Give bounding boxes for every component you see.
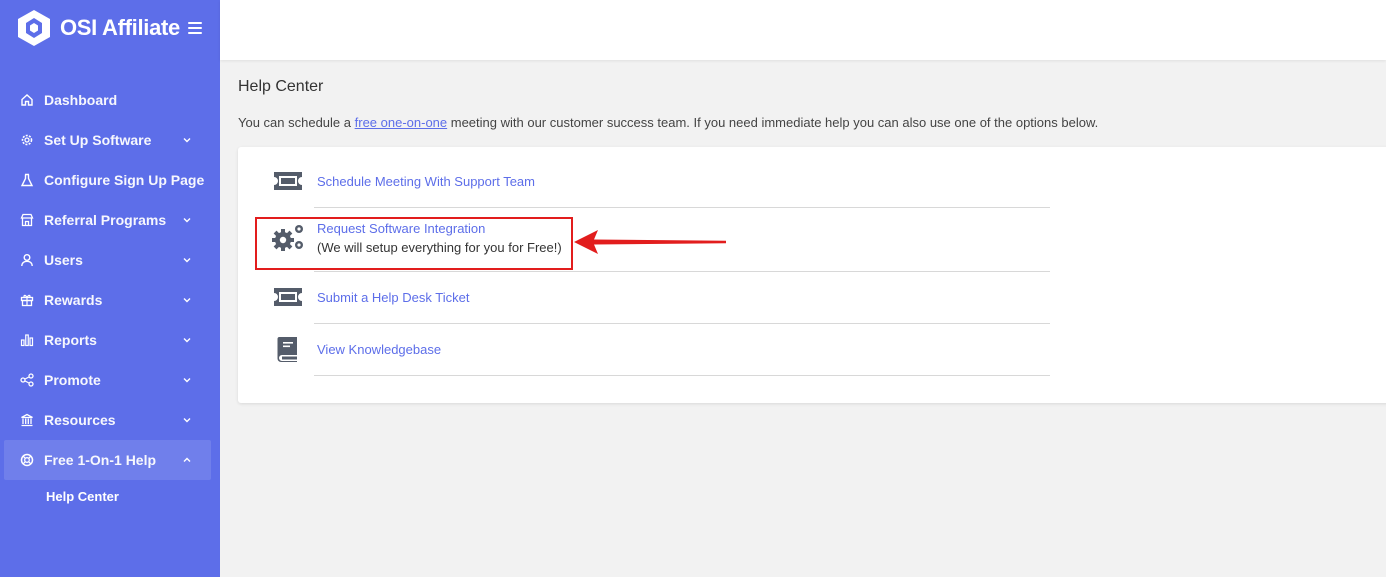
chevron-up-icon bbox=[183, 457, 191, 462]
book-icon bbox=[268, 329, 308, 369]
top-bar bbox=[220, 0, 1386, 60]
store-icon bbox=[20, 213, 34, 227]
ticket-icon bbox=[268, 161, 308, 201]
divider bbox=[314, 207, 1050, 208]
bank-icon bbox=[20, 413, 34, 427]
sidebar-item-label: Referral Programs bbox=[44, 212, 167, 228]
bar-chart-icon bbox=[20, 333, 34, 347]
lifebuoy-icon bbox=[20, 453, 34, 467]
user-icon bbox=[20, 253, 34, 267]
sidebar-item-label: Promote bbox=[44, 372, 101, 388]
flask-icon bbox=[20, 173, 34, 187]
divider bbox=[314, 375, 1050, 376]
intro-text: You can schedule a free one-on-one meeti… bbox=[238, 115, 1098, 130]
brand-name: OSI Affiliate bbox=[60, 15, 180, 40]
share-icon bbox=[20, 373, 34, 387]
sidebar-item-label: Set Up Software bbox=[44, 132, 152, 148]
free-one-on-one-link[interactable]: free one-on-one bbox=[355, 115, 448, 130]
sidebar-item-rewards[interactable]: Rewards bbox=[0, 280, 220, 320]
sidebar-item-label: Rewards bbox=[44, 292, 103, 308]
chevron-down-icon bbox=[183, 338, 191, 343]
gift-icon bbox=[20, 293, 34, 307]
sidebar-item-label: Users bbox=[44, 252, 83, 268]
schedule-meeting-link[interactable]: Schedule Meeting With Support Team bbox=[317, 172, 535, 191]
brand[interactable]: OSI Affiliate bbox=[16, 9, 202, 47]
sidebar-item-resources[interactable]: Resources bbox=[0, 400, 220, 440]
gear-icon bbox=[20, 133, 34, 147]
option-schedule-meeting[interactable]: Schedule Meeting With Support Team bbox=[268, 161, 1050, 201]
sidebar-item-set-up-software[interactable]: Set Up Software bbox=[0, 120, 220, 160]
chevron-down-icon bbox=[183, 418, 191, 423]
highlight-box bbox=[255, 217, 573, 270]
sidebar-nav: Dashboard Set Up Software Configure Sign… bbox=[0, 80, 220, 512]
sidebar-item-free-1-on-1-help[interactable]: Free 1-On-1 Help bbox=[4, 440, 211, 480]
sidebar-item-promote[interactable]: Promote bbox=[0, 360, 220, 400]
chevron-down-icon bbox=[183, 138, 191, 143]
option-help-desk-ticket[interactable]: Submit a Help Desk Ticket bbox=[268, 277, 1050, 317]
sidebar: OSI Affiliate Dashboard Set Up Software … bbox=[0, 0, 220, 577]
chevron-down-icon bbox=[183, 218, 191, 223]
sidebar-item-label: Configure Sign Up Page bbox=[44, 172, 205, 188]
sidebar-item-configure-sign-up-page[interactable]: Configure Sign Up Page bbox=[0, 160, 220, 200]
chevron-down-icon bbox=[183, 378, 191, 383]
help-desk-ticket-link[interactable]: Submit a Help Desk Ticket bbox=[317, 288, 469, 307]
sidebar-item-reports[interactable]: Reports bbox=[0, 320, 220, 360]
menu-toggle-icon[interactable] bbox=[187, 22, 202, 34]
sidebar-item-label: Reports bbox=[44, 332, 97, 348]
sidebar-subitem-help-center[interactable]: Help Center bbox=[0, 480, 220, 512]
sidebar-item-label: Resources bbox=[44, 412, 116, 428]
red-arrow-icon bbox=[574, 230, 726, 254]
option-knowledgebase[interactable]: View Knowledgebase bbox=[268, 329, 1050, 369]
divider bbox=[314, 323, 1050, 324]
intro-text-after: meeting with our customer success team. … bbox=[447, 115, 1099, 130]
chevron-down-icon bbox=[183, 298, 191, 303]
home-icon bbox=[20, 93, 34, 107]
sidebar-item-label: Dashboard bbox=[44, 92, 118, 108]
sidebar-item-label: Free 1-On-1 Help bbox=[44, 452, 157, 468]
help-options-card: Schedule Meeting With Support Team Reque… bbox=[238, 147, 1386, 403]
chevron-down-icon bbox=[183, 258, 191, 263]
divider bbox=[314, 271, 1050, 272]
knowledgebase-link[interactable]: View Knowledgebase bbox=[317, 340, 441, 359]
sidebar-item-dashboard[interactable]: Dashboard bbox=[0, 80, 220, 120]
hexagon-logo-icon bbox=[18, 10, 50, 46]
intro-text-before: You can schedule a bbox=[238, 115, 355, 130]
sidebar-item-referral-programs[interactable]: Referral Programs bbox=[0, 200, 220, 240]
sidebar-item-users[interactable]: Users bbox=[0, 240, 220, 280]
ticket-icon bbox=[268, 277, 308, 317]
page-title: Help Center bbox=[238, 78, 324, 95]
